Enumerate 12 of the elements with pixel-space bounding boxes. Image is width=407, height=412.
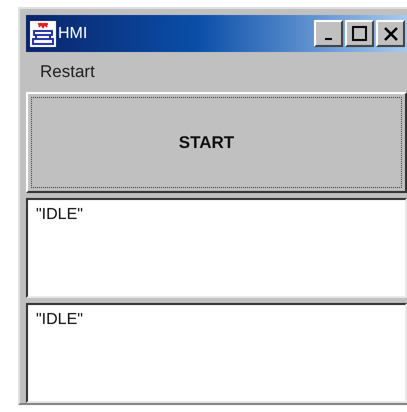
- app-icon: [30, 20, 56, 46]
- maximize-icon: [352, 26, 368, 42]
- text-area[interactable]: "IDLE": [26, 198, 407, 298]
- menu-item[interactable]: Restart: [34, 60, 101, 84]
- minimize-icon: [325, 38, 332, 40]
- close-icon: [382, 26, 398, 42]
- start-button[interactable]: START: [26, 92, 407, 193]
- minimize-button[interactable]: [314, 20, 343, 47]
- window-title: HMI: [58, 24, 88, 42]
- text-area[interactable]: "IDLE": [26, 303, 407, 403]
- close-button[interactable]: [376, 20, 405, 47]
- maximize-button[interactable]: [345, 20, 374, 47]
